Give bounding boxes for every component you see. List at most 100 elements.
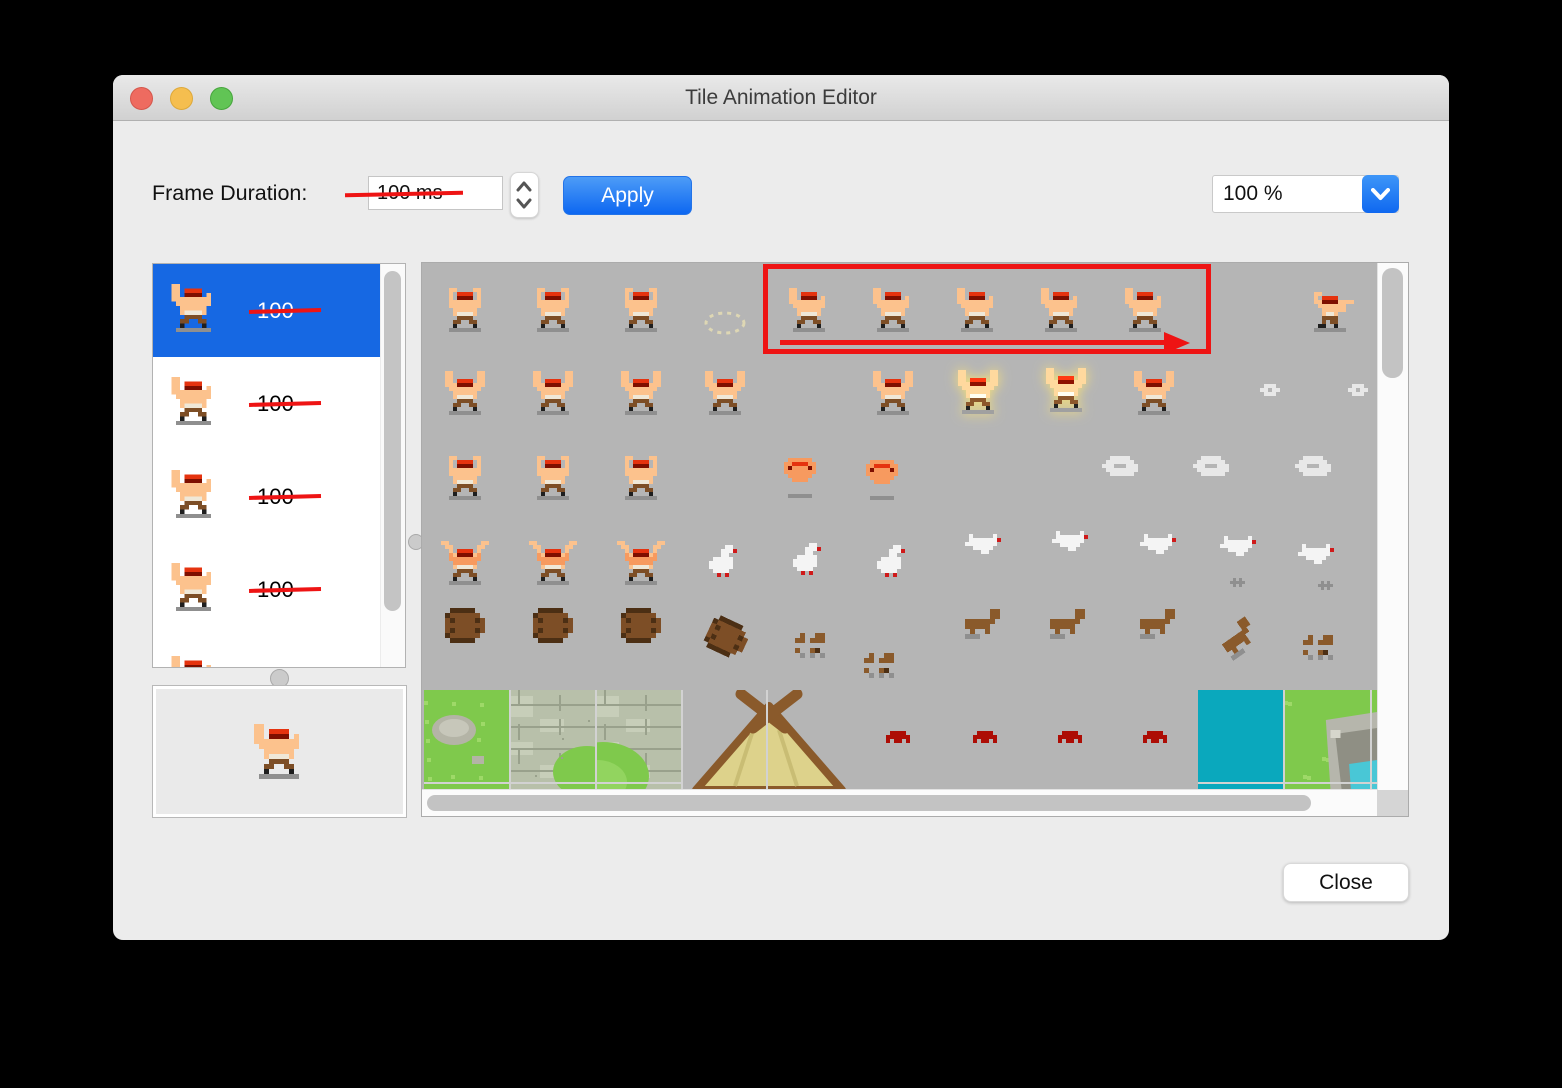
preview-sprite [249,724,309,784]
tile-puff[interactable] [1348,384,1372,396]
tileset-gridline [1283,690,1285,790]
titlebar[interactable]: Tile Animation Editor [113,75,1449,121]
terrain-tile-stone-grass[interactable] [595,690,681,790]
chevron-down-icon [1371,188,1390,200]
tile-man-armsup[interactable] [701,371,749,415]
tile-man-idle[interactable] [441,288,489,332]
tile-barrel-tilt[interactable] [701,613,752,662]
tileset-gridline [1198,782,1377,784]
tile-chicken-fly[interactable] [1140,534,1180,554]
window-title: Tile Animation Editor [685,86,877,109]
tile-squirrel[interactable] [1135,609,1175,639]
tile-man-roll[interactable] [858,456,906,500]
tileset-canvas[interactable] [422,263,1377,790]
tile-animation-editor-window: Tile Animation Editor Frame Duration: Ap… [113,75,1449,940]
tile-man-idle[interactable] [617,288,665,332]
tile-man-glow[interactable] [1042,368,1090,412]
tileset-vertical-scrollbar-thumb[interactable] [1382,268,1403,378]
tile-crab[interactable] [886,731,910,743]
tileset-gridline [681,690,683,790]
frame-thumbnail [167,656,220,667]
terrain-tile-grass-rock[interactable] [1284,690,1377,790]
tile-man-armsup[interactable] [617,371,665,415]
tile-chicken-fly[interactable] [1298,544,1338,564]
frame-thumbnail [167,470,220,523]
zoom-dropdown-button[interactable] [1362,175,1399,213]
tile-man-idle[interactable] [529,288,577,332]
tileset-gridline [509,690,511,790]
tile-man-armsup[interactable] [529,371,577,415]
annotation-arrow-head [1164,332,1190,354]
frame-list-item-partial[interactable] [153,636,405,667]
tile-man-roll[interactable] [776,454,824,498]
frame-list-scrollbar-thumb[interactable] [384,271,401,611]
terrain-tile-grass[interactable] [424,690,509,790]
annotation-arrow-line [780,340,1164,345]
tile-cloud[interactable] [1102,456,1142,476]
tile-crab[interactable] [973,731,997,743]
tile-squirrel[interactable] [1045,609,1085,639]
tileset-gridline [766,690,768,790]
tile-debris[interactable] [1303,634,1343,660]
terrain-tile-water[interactable] [1198,690,1284,790]
scrollbar-corner [1377,790,1408,816]
close-button[interactable]: Close [1283,863,1409,902]
frame-list-item[interactable]: 100 [153,264,405,357]
tile-man-victory[interactable] [617,541,665,585]
screenshot-root: { "window": { "title": "Tile Animation E… [0,0,1562,1088]
terrain-tile-tent[interactable] [686,690,852,790]
frame-list-scrollbar[interactable] [380,264,405,667]
tileset-horizontal-scrollbar-thumb[interactable] [427,795,1311,811]
tile-dust[interactable] [1317,580,1333,590]
tile-man-victory[interactable] [529,541,577,585]
frame-list-item[interactable]: 100 [153,543,405,636]
tile-man-armsup[interactable] [869,371,917,415]
frame-list[interactable]: 100 100 100 100 [152,263,406,668]
tile-squirrel[interactable] [960,609,1000,639]
tile-chicken-fly[interactable] [1220,536,1260,556]
tile-cloud[interactable] [1295,456,1335,476]
tile-squirrel-jump[interactable] [1212,616,1262,664]
terrain-tile-stone[interactable] [509,690,595,790]
tileset-vertical-scrollbar[interactable] [1377,263,1408,791]
tile-nest-ellipse[interactable] [702,309,748,337]
tile-crab[interactable] [1143,731,1167,743]
zoom-combobox[interactable]: 100 % [1212,175,1399,213]
tileset-horizontal-scrollbar[interactable] [422,789,1377,816]
frame-thumbnail [167,377,220,430]
tile-man-armsup[interactable] [441,371,489,415]
tile-man-idle[interactable] [441,456,489,500]
tileset-view [421,262,1409,817]
tile-man-armsup[interactable] [1130,371,1178,415]
frame-duration-stepper[interactable] [510,172,539,218]
tile-barrel[interactable] [533,607,573,643]
tile-debris[interactable] [795,632,835,658]
tile-man-victory[interactable] [441,541,489,585]
animation-preview [152,685,407,818]
tile-chicken-fly[interactable] [1052,531,1092,551]
tile-man-punch[interactable] [1306,288,1354,332]
frame-list-item[interactable]: 100 [153,450,405,543]
frame-list-item[interactable]: 100 [153,357,405,450]
tile-man-idle[interactable] [617,456,665,500]
tile-man-idle[interactable] [529,456,577,500]
apply-button[interactable]: Apply [563,176,692,215]
frame-duration-label: Frame Duration: [152,181,308,205]
tile-chicken[interactable] [877,545,909,577]
tile-barrel[interactable] [445,607,485,643]
tile-chicken[interactable] [709,545,741,577]
tile-cloud[interactable] [1193,456,1233,476]
tile-puff[interactable] [1260,384,1284,396]
tile-debris[interactable] [864,652,904,678]
chevron-down-icon [516,198,532,209]
tile-barrel[interactable] [621,607,661,643]
tileset-gridline [1370,690,1372,790]
chevron-up-icon [516,181,532,192]
frame-thumbnail [167,284,220,337]
tile-dust[interactable] [1229,577,1245,587]
tileset-gridline [595,690,597,790]
tile-man-glow[interactable] [954,370,1002,414]
tile-chicken[interactable] [793,543,825,575]
tile-crab[interactable] [1058,731,1082,743]
tile-chicken-fly[interactable] [965,534,1005,554]
